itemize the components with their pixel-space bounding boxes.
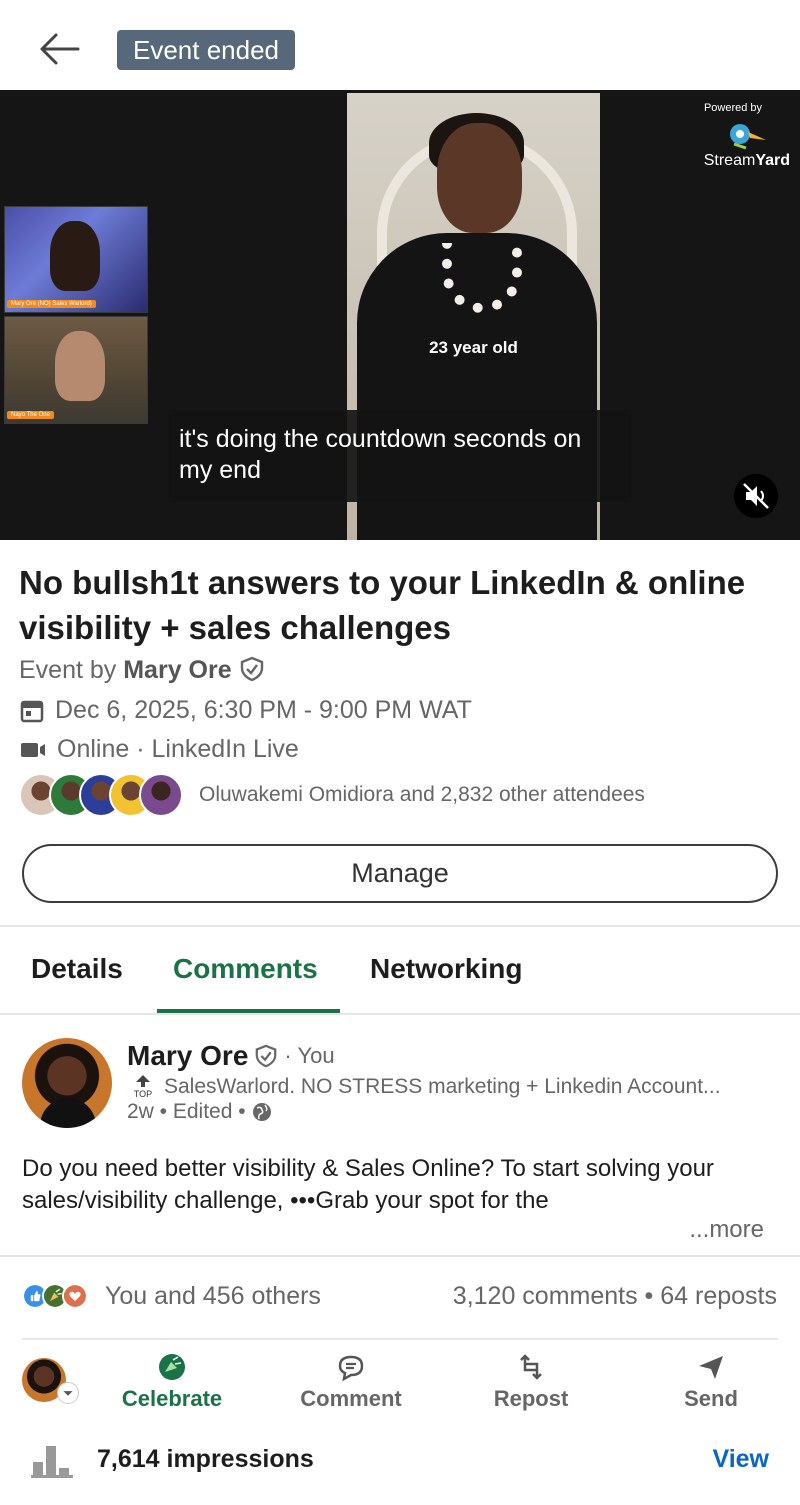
comment-label: Comment xyxy=(300,1386,402,1411)
repost-icon xyxy=(520,1354,542,1380)
top-badge-text: TOP xyxy=(133,1089,153,1099)
send-label: Send xyxy=(684,1386,738,1411)
top-voice-icon: TOP xyxy=(132,1074,154,1099)
post-body: Do you need better visibility & Sales On… xyxy=(22,1155,714,1214)
event-organizer-line: Event by Mary Ore xyxy=(19,656,265,685)
post-actions-bar: Celebrate Comment Repost Send xyxy=(0,1352,800,1416)
guest-2-figure xyxy=(55,331,105,401)
mute-toggle-icon[interactable] xyxy=(734,474,778,518)
up-arrow-icon xyxy=(136,1075,150,1087)
streamyard-wordmark: StreamYard xyxy=(704,152,790,170)
event-tabs: Details Comments Networking xyxy=(0,927,800,1013)
repost-button[interactable]: Repost xyxy=(461,1352,601,1412)
organizer-name[interactable]: Mary Ore xyxy=(123,656,231,684)
send-icon xyxy=(699,1356,723,1379)
tab-networking[interactable]: Networking xyxy=(370,953,522,985)
post-author-headline: SalesWarlord. NO STRESS marketing + Link… xyxy=(164,1074,721,1098)
speaker-head xyxy=(437,123,522,233)
guest-thumbnail-1: Mary Ore (NO) Sales Warlord) xyxy=(4,206,148,313)
verified-shield-icon xyxy=(240,656,263,682)
comment-icon xyxy=(338,1355,364,1382)
bar-chart-icon xyxy=(31,1446,73,1478)
manage-button[interactable]: Manage xyxy=(22,844,778,903)
celebrate-button[interactable]: Celebrate xyxy=(102,1352,242,1412)
comment-button[interactable]: Comment xyxy=(281,1352,421,1412)
video-camera-icon xyxy=(21,742,45,757)
post-author-row: Mary Ore · You xyxy=(127,1040,335,1072)
video-overlay-text: 23 year old xyxy=(429,338,518,357)
repost-label: Repost xyxy=(493,1386,569,1411)
post-author-headline-row: TOP SalesWarlord. NO STRESS marketing + … xyxy=(132,1074,782,1099)
post-time-row: 2w • Edited • xyxy=(127,1100,272,1124)
calendar-icon xyxy=(20,700,44,722)
event-by-prefix: Event by xyxy=(19,656,117,684)
attendees-row[interactable]: Oluwakemi Omidiora and 2,832 other atten… xyxy=(19,772,645,818)
avatar-shoulders xyxy=(40,1098,96,1128)
brand-bold: Yard xyxy=(755,152,790,169)
post-time: 2w • Edited • xyxy=(127,1100,246,1123)
guest-thumbnail-2: Nayo The One xyxy=(4,316,148,424)
reaction-icons[interactable] xyxy=(22,1283,88,1309)
guest-1-tag: Mary Ore (NO) Sales Warlord) xyxy=(7,300,96,308)
event-datetime-row: Dec 6, 2025, 6:30 PM - 9:00 PM WAT xyxy=(19,696,472,725)
event-location: Online · LinkedIn Live xyxy=(57,735,299,763)
celebrate-label: Celebrate xyxy=(121,1386,223,1411)
comments-reposts-count[interactable]: 3,120 comments • 64 reposts xyxy=(453,1282,777,1311)
top-bar: Event ended xyxy=(0,0,800,90)
celebrate-icon xyxy=(159,1354,185,1380)
divider xyxy=(22,1338,778,1340)
event-title: No bullsh1t answers to your LinkedIn & o… xyxy=(19,564,746,646)
post-author-name[interactable]: Mary Ore xyxy=(127,1040,248,1072)
guest-1-figure xyxy=(50,221,100,291)
post-author-you: · You xyxy=(284,1043,335,1068)
attendee-avatar xyxy=(139,773,183,817)
divider xyxy=(0,1255,800,1257)
streamyard-logo-icon xyxy=(730,124,766,150)
event-ended-badge: Event ended xyxy=(117,30,296,70)
attendees-count: Oluwakemi Omidiora and 2,832 other atten… xyxy=(199,783,645,806)
see-more-link[interactable]: ...more xyxy=(689,1216,764,1244)
live-caption: it's doing the countdown seconds on my e… xyxy=(169,410,631,502)
brand-light: Stream xyxy=(703,152,756,169)
author-avatar[interactable] xyxy=(22,1038,112,1128)
send-button[interactable]: Send xyxy=(641,1352,781,1412)
video-player[interactable]: Mary Ore (NO) Sales Warlord) Nayo The On… xyxy=(0,90,800,540)
social-counts-row: You and 456 others 3,120 comments • 64 r… xyxy=(0,1280,800,1318)
event-datetime: Dec 6, 2025, 6:30 PM - 9:00 PM WAT xyxy=(55,696,472,724)
guest-2-tag: Nayo The One xyxy=(7,411,54,419)
love-reaction-icon xyxy=(62,1283,88,1309)
divider xyxy=(0,1013,800,1015)
globe-icon xyxy=(252,1103,271,1121)
chevron-down-icon[interactable] xyxy=(57,1382,79,1404)
back-arrow-icon[interactable] xyxy=(36,26,82,72)
view-analytics-link[interactable]: View xyxy=(712,1445,769,1474)
tab-comments[interactable]: Comments xyxy=(173,953,318,985)
powered-by-label: Powered by xyxy=(703,102,763,114)
impressions-count: 7,614 impressions xyxy=(97,1445,314,1473)
impressions-row: 7,614 impressions View xyxy=(0,1436,800,1486)
event-location-row: Online · LinkedIn Live xyxy=(19,735,299,764)
verified-shield-icon xyxy=(256,1044,277,1068)
tab-details[interactable]: Details xyxy=(31,953,123,985)
likes-summary[interactable]: You and 456 others xyxy=(105,1282,321,1311)
